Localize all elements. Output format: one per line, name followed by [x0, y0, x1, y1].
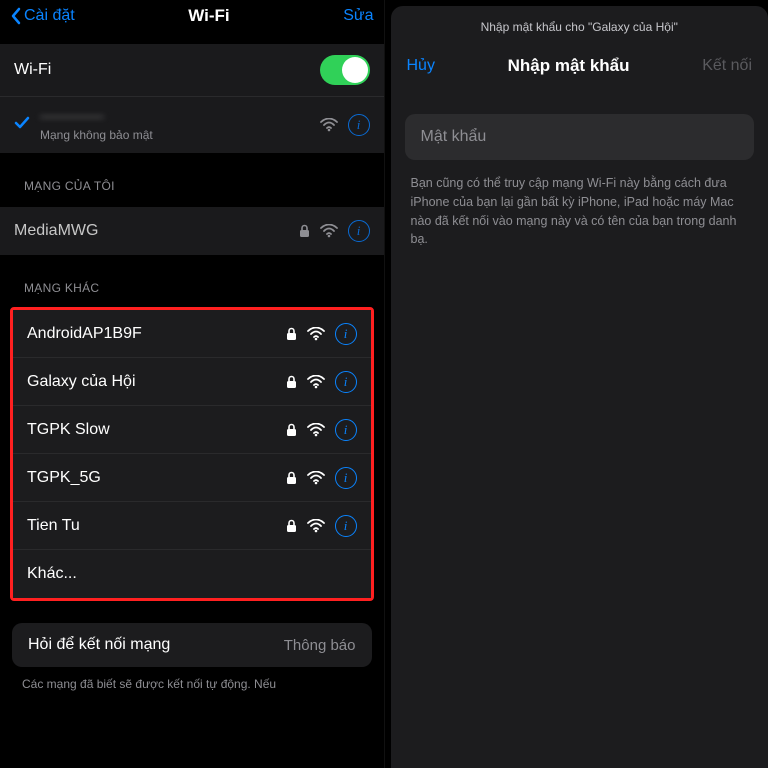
other-networks-group: AndroidAP1B9F i Galaxy của Hội i TGPK Sl…	[13, 310, 371, 598]
info-icon[interactable]: i	[335, 419, 357, 441]
my-networks-header: MẠNG CỦA TÔI	[0, 161, 384, 199]
network-row[interactable]: Tien Tu i	[13, 502, 371, 550]
wifi-signal-icon	[307, 519, 325, 533]
info-icon[interactable]: i	[335, 467, 357, 489]
ask-value: Thông báo	[284, 637, 356, 654]
sheet-bar: Hủy Nhập mật khẩu Kết nối	[391, 44, 768, 88]
other-label: Khác...	[27, 565, 357, 583]
page-title: Wi-Fi	[188, 6, 229, 26]
password-prompt-screen: Nhập mật khẩu cho "Galaxy của Hội" Hủy N…	[385, 0, 768, 768]
lock-icon	[286, 471, 297, 485]
sheet-caption: Nhập mật khẩu cho "Galaxy của Hội"	[391, 6, 768, 44]
wifi-settings-screen: Cài đặt Wi-Fi Sửa Wi-Fi ———— Mạng không …	[0, 0, 385, 768]
network-name: Tien Tu	[27, 517, 286, 535]
connected-network-row[interactable]: ———— Mạng không bảo mật i	[0, 97, 384, 153]
info-icon[interactable]: i	[335, 371, 357, 393]
network-row[interactable]: TGPK_5G i	[13, 454, 371, 502]
back-label: Cài đặt	[24, 7, 75, 25]
cancel-button[interactable]: Hủy	[407, 57, 435, 75]
info-icon[interactable]: i	[335, 515, 357, 537]
wifi-toggle-row: Wi-Fi	[0, 44, 384, 97]
wifi-signal-icon	[307, 375, 325, 389]
network-name: MediaMWG	[14, 222, 299, 240]
network-name: TGPK_5G	[27, 469, 286, 487]
connected-network-sub: Mạng không bảo mật	[40, 128, 320, 142]
checkmark-icon	[14, 116, 32, 135]
info-icon[interactable]: i	[348, 220, 370, 242]
wifi-signal-icon	[307, 471, 325, 485]
password-sheet: Nhập mật khẩu cho "Galaxy của Hội" Hủy N…	[391, 6, 768, 768]
connect-button[interactable]: Kết nối	[702, 57, 752, 75]
ask-to-join-row[interactable]: Hỏi để kết nối mạng Thông báo	[12, 623, 372, 667]
edit-button[interactable]: Sửa	[343, 7, 373, 25]
wifi-signal-icon	[320, 224, 338, 238]
wifi-signal-icon	[307, 423, 325, 437]
sheet-title: Nhập mật khẩu	[508, 56, 630, 76]
password-input[interactable]: Mật khẩu	[405, 114, 755, 160]
lock-icon	[286, 423, 297, 437]
info-icon[interactable]: i	[335, 323, 357, 345]
my-networks-group: MediaMWG i	[0, 207, 384, 255]
network-row[interactable]: Galaxy của Hội i	[13, 358, 371, 406]
wifi-toggle-label: Wi-Fi	[14, 61, 320, 79]
network-row[interactable]: TGPK Slow i	[13, 406, 371, 454]
wifi-signal-icon	[307, 327, 325, 341]
ask-label: Hỏi để kết nối mạng	[28, 636, 170, 654]
chevron-left-icon	[10, 7, 22, 25]
lock-icon	[299, 224, 310, 238]
other-network-row[interactable]: Khác...	[13, 550, 371, 598]
network-name: TGPK Slow	[27, 421, 286, 439]
highlighted-region: AndroidAP1B9F i Galaxy của Hội i TGPK Sl…	[10, 307, 374, 601]
other-networks-header: MẠNG KHÁC	[0, 263, 384, 301]
network-name: AndroidAP1B9F	[27, 325, 286, 343]
wifi-toggle[interactable]	[320, 55, 370, 85]
navbar: Cài đặt Wi-Fi Sửa	[0, 0, 384, 36]
lock-icon	[286, 375, 297, 389]
connected-network-name: ————	[40, 108, 320, 126]
network-row[interactable]: AndroidAP1B9F i	[13, 310, 371, 358]
network-name: Galaxy của Hội	[27, 373, 286, 391]
info-icon[interactable]: i	[348, 114, 370, 136]
helper-text: Bạn cũng có thể truy cập mạng Wi-Fi này …	[391, 170, 768, 253]
wifi-main-group: Wi-Fi ———— Mạng không bảo mật i	[0, 44, 384, 153]
network-row[interactable]: MediaMWG i	[0, 207, 384, 255]
footer-text: Các mạng đã biết sẽ được kết nối tự động…	[0, 671, 384, 699]
lock-icon	[286, 327, 297, 341]
back-button[interactable]: Cài đặt	[10, 7, 75, 25]
lock-icon	[286, 519, 297, 533]
wifi-signal-icon	[320, 118, 338, 132]
